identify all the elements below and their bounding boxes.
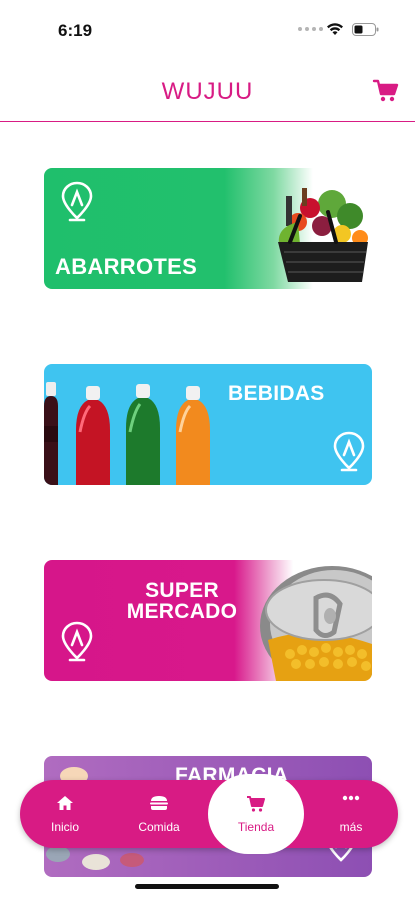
location-pin-icon: [61, 181, 93, 222]
signal-dots-icon: [298, 27, 323, 31]
category-card-super-mercado[interactable]: SUPER MERCADO: [44, 560, 372, 681]
category-card-abarrotes[interactable]: ABARROTES: [44, 168, 372, 289]
shopping-cart-icon: [247, 796, 265, 812]
app-title: WUJUU: [161, 78, 254, 105]
home-indicator: [135, 884, 279, 889]
status-bar: 6:19: [0, 0, 415, 60]
burger-icon: [150, 796, 168, 810]
category-label-bebidas: BEBIDAS: [228, 382, 325, 405]
nav-item-tienda[interactable]: Tienda: [221, 780, 291, 848]
more-dots-icon: [342, 795, 360, 801]
nav-label-tienda: Tienda: [237, 820, 275, 834]
category-label-super: SUPER: [145, 579, 219, 602]
status-time: 6:19: [58, 21, 93, 40]
category-label-mercado: MERCADO: [126, 600, 238, 623]
open-can-image: [260, 566, 372, 681]
soda-bottles-image: [44, 382, 210, 485]
grocery-basket-image: [278, 188, 368, 282]
category-label-abarrotes: ABARROTES: [55, 254, 198, 279]
location-pin-icon: [333, 431, 365, 472]
category-card-bebidas[interactable]: BEBIDAS: [44, 364, 372, 485]
location-pin-icon: [61, 621, 93, 662]
nav-label-inicio: Inicio: [50, 820, 79, 834]
nav-label-comida: Comida: [138, 820, 180, 834]
nav-item-inicio[interactable]: Inicio: [30, 780, 100, 848]
nav-label-mas: más: [339, 820, 363, 834]
shopping-cart-icon[interactable]: [372, 77, 400, 105]
nav-item-comida[interactable]: Comida: [124, 780, 194, 848]
app-header: WUJUU: [0, 60, 415, 122]
bottom-nav-bar: Inicio Comida Tienda más: [20, 774, 398, 854]
home-icon: [57, 796, 73, 810]
wifi-icon: [327, 23, 343, 35]
nav-item-mas[interactable]: más: [316, 780, 386, 848]
battery-icon: [352, 23, 379, 36]
category-label-super-mercado: SUPER MERCADO: [112, 580, 252, 622]
